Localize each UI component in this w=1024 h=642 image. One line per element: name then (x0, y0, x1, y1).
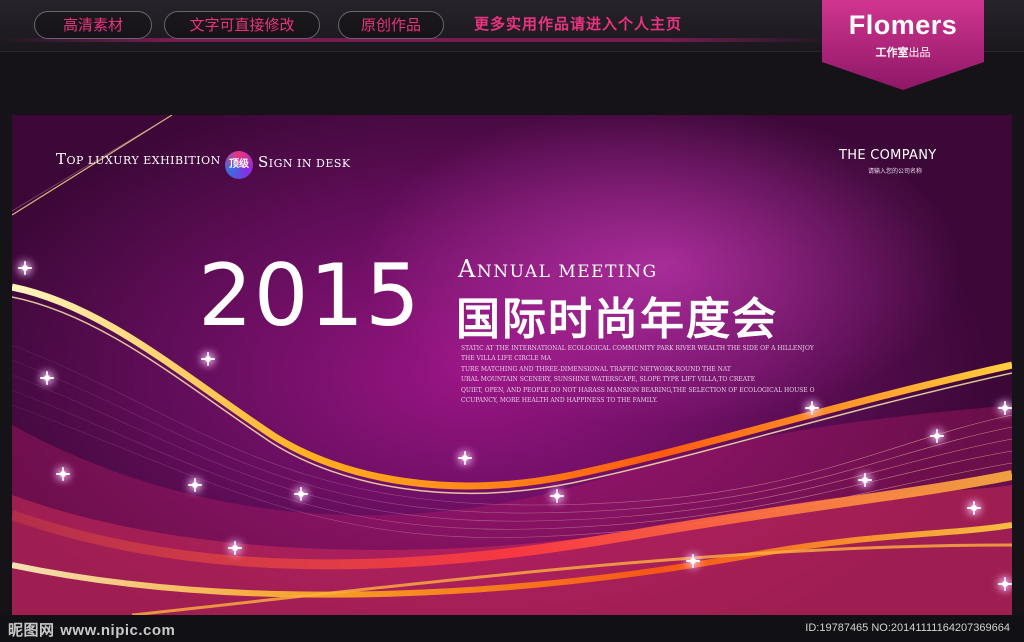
hd-material-tag: 高清素材 (34, 11, 152, 39)
homepage-promo-link[interactable]: 更多实用作品请进入个人主页 (474, 13, 682, 34)
sparkle-icon (550, 489, 564, 503)
sparkle-icon (188, 478, 202, 492)
nipic-watermark[interactable]: 昵图网 www.nipic.com (8, 619, 175, 640)
brand-badge: Flomers 工作室出品 (822, 0, 984, 90)
sign-in-desk-text: SIGN IN DESK (258, 153, 351, 171)
brand-sub-rest: 出品 (908, 46, 931, 59)
description-line: THE VILLA LIFE CIRCLE MA (461, 355, 552, 363)
sparkle-icon (998, 577, 1012, 591)
sparkle-icon (998, 401, 1012, 415)
original-work-tag: 原创作品 (338, 11, 444, 39)
sparkle-icon (228, 541, 242, 555)
annual-meeting-heading: ANNUAL MEETING (458, 255, 658, 283)
description-line: STATIC AT THE INTERNATIONAL ECOLOGICAL C… (461, 345, 814, 352)
watermark-footer: 昵图网 www.nipic.com ID:19787465 NO:2014111… (0, 615, 1024, 642)
year-heading: 2015 (198, 246, 421, 346)
sparkle-icon (56, 467, 70, 481)
brand-subtitle: 工作室出品 (822, 44, 984, 60)
sparkle-icon (40, 371, 54, 385)
annual-meeting-banner: TOP LUXURY EXHIBITION 顶级 SIGN IN DESK TH… (12, 115, 1012, 615)
event-title-cn: 国际时尚年度会 (456, 294, 778, 345)
sparkle-icon (201, 352, 215, 366)
sparkle-icon (18, 261, 32, 275)
sparkle-icon (686, 554, 700, 568)
sparkle-icon (458, 451, 472, 465)
editable-text-tag: 文字可直接修改 (164, 11, 320, 39)
brand-name: Flomers (848, 10, 958, 40)
company-name: THE COMPANY (839, 148, 937, 163)
brand-sub-bold: 工作室 (875, 46, 909, 59)
sparkle-icon (930, 429, 944, 443)
company-name-placeholder: 请输入您的公司名称 (868, 168, 923, 175)
top-level-badge: 顶级 (225, 151, 253, 179)
description-line: URAL MOUNTAIN SCENERY, SUNSHINE WATERSCA… (461, 376, 756, 384)
description-paragraph: STATIC AT THE INTERNATIONAL ECOLOGICAL C… (461, 344, 821, 406)
image-id-text: ID:19787465 NO:20141111164207369664 (805, 622, 1010, 634)
description-line: TURE MATCHING AND THREE-DIMENSIONAL TRAF… (461, 365, 731, 373)
sparkle-icon (967, 501, 981, 515)
sparkle-icon (858, 473, 872, 487)
top-luxury-exhibition-text: TOP LUXURY EXHIBITION (56, 150, 221, 168)
description-line: CCUPANCY, MORE HEALTH AND HAPPINESS TO T… (461, 397, 658, 405)
description-line: QUIET, OPEN, AND PEOPLE DO NOT HARASS MA… (461, 386, 815, 394)
sparkle-icon (294, 487, 308, 501)
